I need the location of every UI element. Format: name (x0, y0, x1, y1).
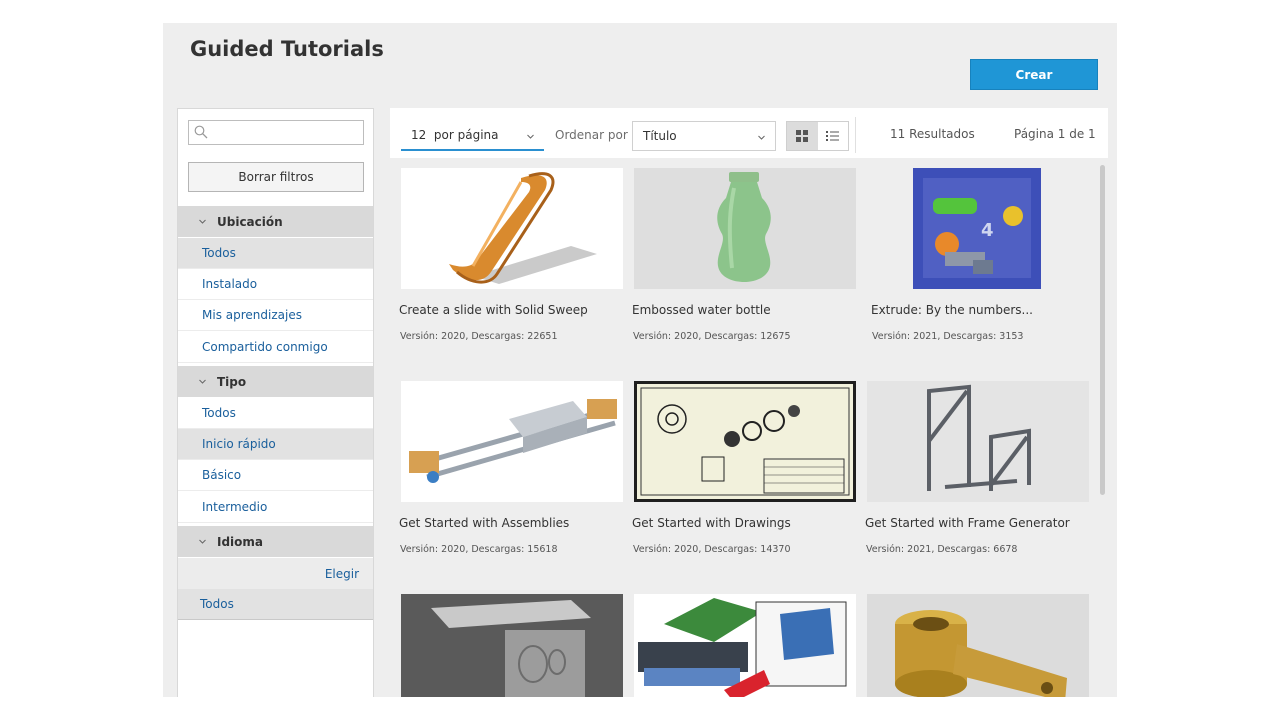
type-section-header[interactable]: Tipo (178, 366, 373, 397)
tutorial-card[interactable] (401, 594, 623, 697)
filter-location-shared[interactable]: Compartido conmigo (178, 332, 373, 363)
tutorial-thumbnail-assemblies (401, 381, 623, 502)
tutorial-card[interactable]: Create a slide with Solid Sweep Versión:… (399, 168, 623, 342)
location-header-label: Ubicación (217, 214, 283, 229)
page-info: Página 1 de 1 (1014, 127, 1096, 141)
sort-value: Título (643, 129, 677, 143)
tutorial-card[interactable]: Get Started with Frame Generator Versión… (865, 381, 1089, 555)
filter-type-intermediate[interactable]: Intermedio (178, 492, 373, 523)
filter-location-installed[interactable]: Instalado (178, 269, 373, 300)
filter-type-quick-start[interactable]: Inicio rápido (178, 429, 373, 460)
tutorial-thumbnail-bracket (867, 594, 1089, 697)
list-view-button[interactable] (818, 122, 849, 150)
type-header-label: Tipo (217, 374, 247, 389)
clear-filters-button[interactable]: Borrar filtros (188, 162, 364, 192)
tutorial-card[interactable]: 4 Extrude: By the numbers... Versión: 20… (871, 168, 1095, 342)
tutorial-meta: Versión: 2020, Descargas: 22651 (400, 331, 558, 342)
per-page-value: 12 por página (411, 128, 499, 142)
chevron-down-icon (758, 135, 765, 140)
svg-text:4: 4 (981, 220, 994, 241)
tutorial-thumbnail-drawings (634, 381, 856, 502)
tutorial-card[interactable]: Get Started with Assemblies Versión: 202… (399, 381, 623, 555)
language-choose-link[interactable]: Elegir (178, 558, 373, 589)
search-input[interactable] (188, 120, 364, 145)
tutorial-title: Extrude: By the numbers... (871, 303, 1033, 317)
tutorial-title: Create a slide with Solid Sweep (399, 303, 588, 317)
search-icon (194, 125, 208, 139)
tutorial-thumbnail-slide (401, 168, 623, 289)
grid-view-button[interactable] (787, 122, 818, 150)
tutorial-thumbnail-bottle (634, 168, 856, 289)
grid-icon (796, 130, 809, 142)
location-section-header[interactable]: Ubicación (178, 206, 373, 237)
tutorial-card[interactable]: Get Started with Drawings Versión: 2020,… (632, 381, 856, 555)
per-page-select[interactable]: 12 por página (401, 121, 544, 151)
tutorial-thumbnail-footprint (401, 594, 623, 697)
tutorial-thumbnail-machinery (634, 594, 856, 697)
tutorial-card[interactable] (634, 594, 856, 697)
create-button[interactable]: Crear (970, 59, 1098, 90)
toolbar-divider (855, 117, 856, 153)
filter-language-all[interactable]: Todos (178, 589, 373, 620)
tutorial-title: Get Started with Frame Generator (865, 516, 1070, 530)
page-title: Guided Tutorials (190, 37, 384, 61)
chevron-down-icon (199, 219, 206, 224)
filter-location-all[interactable]: Todos (178, 238, 373, 269)
sort-select[interactable]: Título (632, 121, 776, 151)
filter-location-my-learning[interactable]: Mis aprendizajes (178, 300, 373, 331)
tutorial-thumbnail-extrude: 4 (873, 168, 1095, 289)
filter-sidebar: Borrar filtros Ubicación Todos Instalado… (177, 108, 374, 697)
results-count: 11 Resultados (890, 127, 975, 141)
tutorial-title: Embossed water bottle (632, 303, 771, 317)
filter-type-basic[interactable]: Básico (178, 460, 373, 491)
filter-type-all[interactable]: Todos (178, 398, 373, 429)
tutorial-meta: Versión: 2020, Descargas: 14370 (633, 544, 791, 555)
view-toggle (786, 121, 849, 151)
tutorial-card[interactable] (867, 594, 1089, 697)
chevron-down-icon (527, 134, 534, 139)
tutorial-title: Get Started with Assemblies (399, 516, 570, 530)
language-section-header[interactable]: Idioma (178, 526, 373, 557)
tutorials-window: Guided Tutorials Crear Borrar filtros Ub… (163, 23, 1117, 697)
list-icon (826, 131, 840, 141)
tutorial-meta: Versión: 2020, Descargas: 15618 (400, 544, 558, 555)
language-header-label: Idioma (217, 534, 264, 549)
chevron-down-icon (199, 539, 206, 544)
results-toolbar: 12 por página Ordenar por Título 11 Resu… (390, 108, 1108, 158)
sort-label: Ordenar por (555, 128, 628, 142)
tutorial-thumbnail-frame (867, 381, 1089, 502)
tutorial-meta: Versión: 2020, Descargas: 12675 (633, 331, 791, 342)
tutorial-title: Get Started with Drawings (632, 516, 791, 530)
tutorial-meta: Versión: 2021, Descargas: 3153 (872, 331, 1024, 342)
chevron-down-icon (199, 379, 206, 384)
scrollbar[interactable] (1100, 165, 1105, 495)
tutorial-card[interactable]: Embossed water bottle Versión: 2020, Des… (632, 168, 856, 342)
tutorial-meta: Versión: 2021, Descargas: 6678 (866, 544, 1018, 555)
